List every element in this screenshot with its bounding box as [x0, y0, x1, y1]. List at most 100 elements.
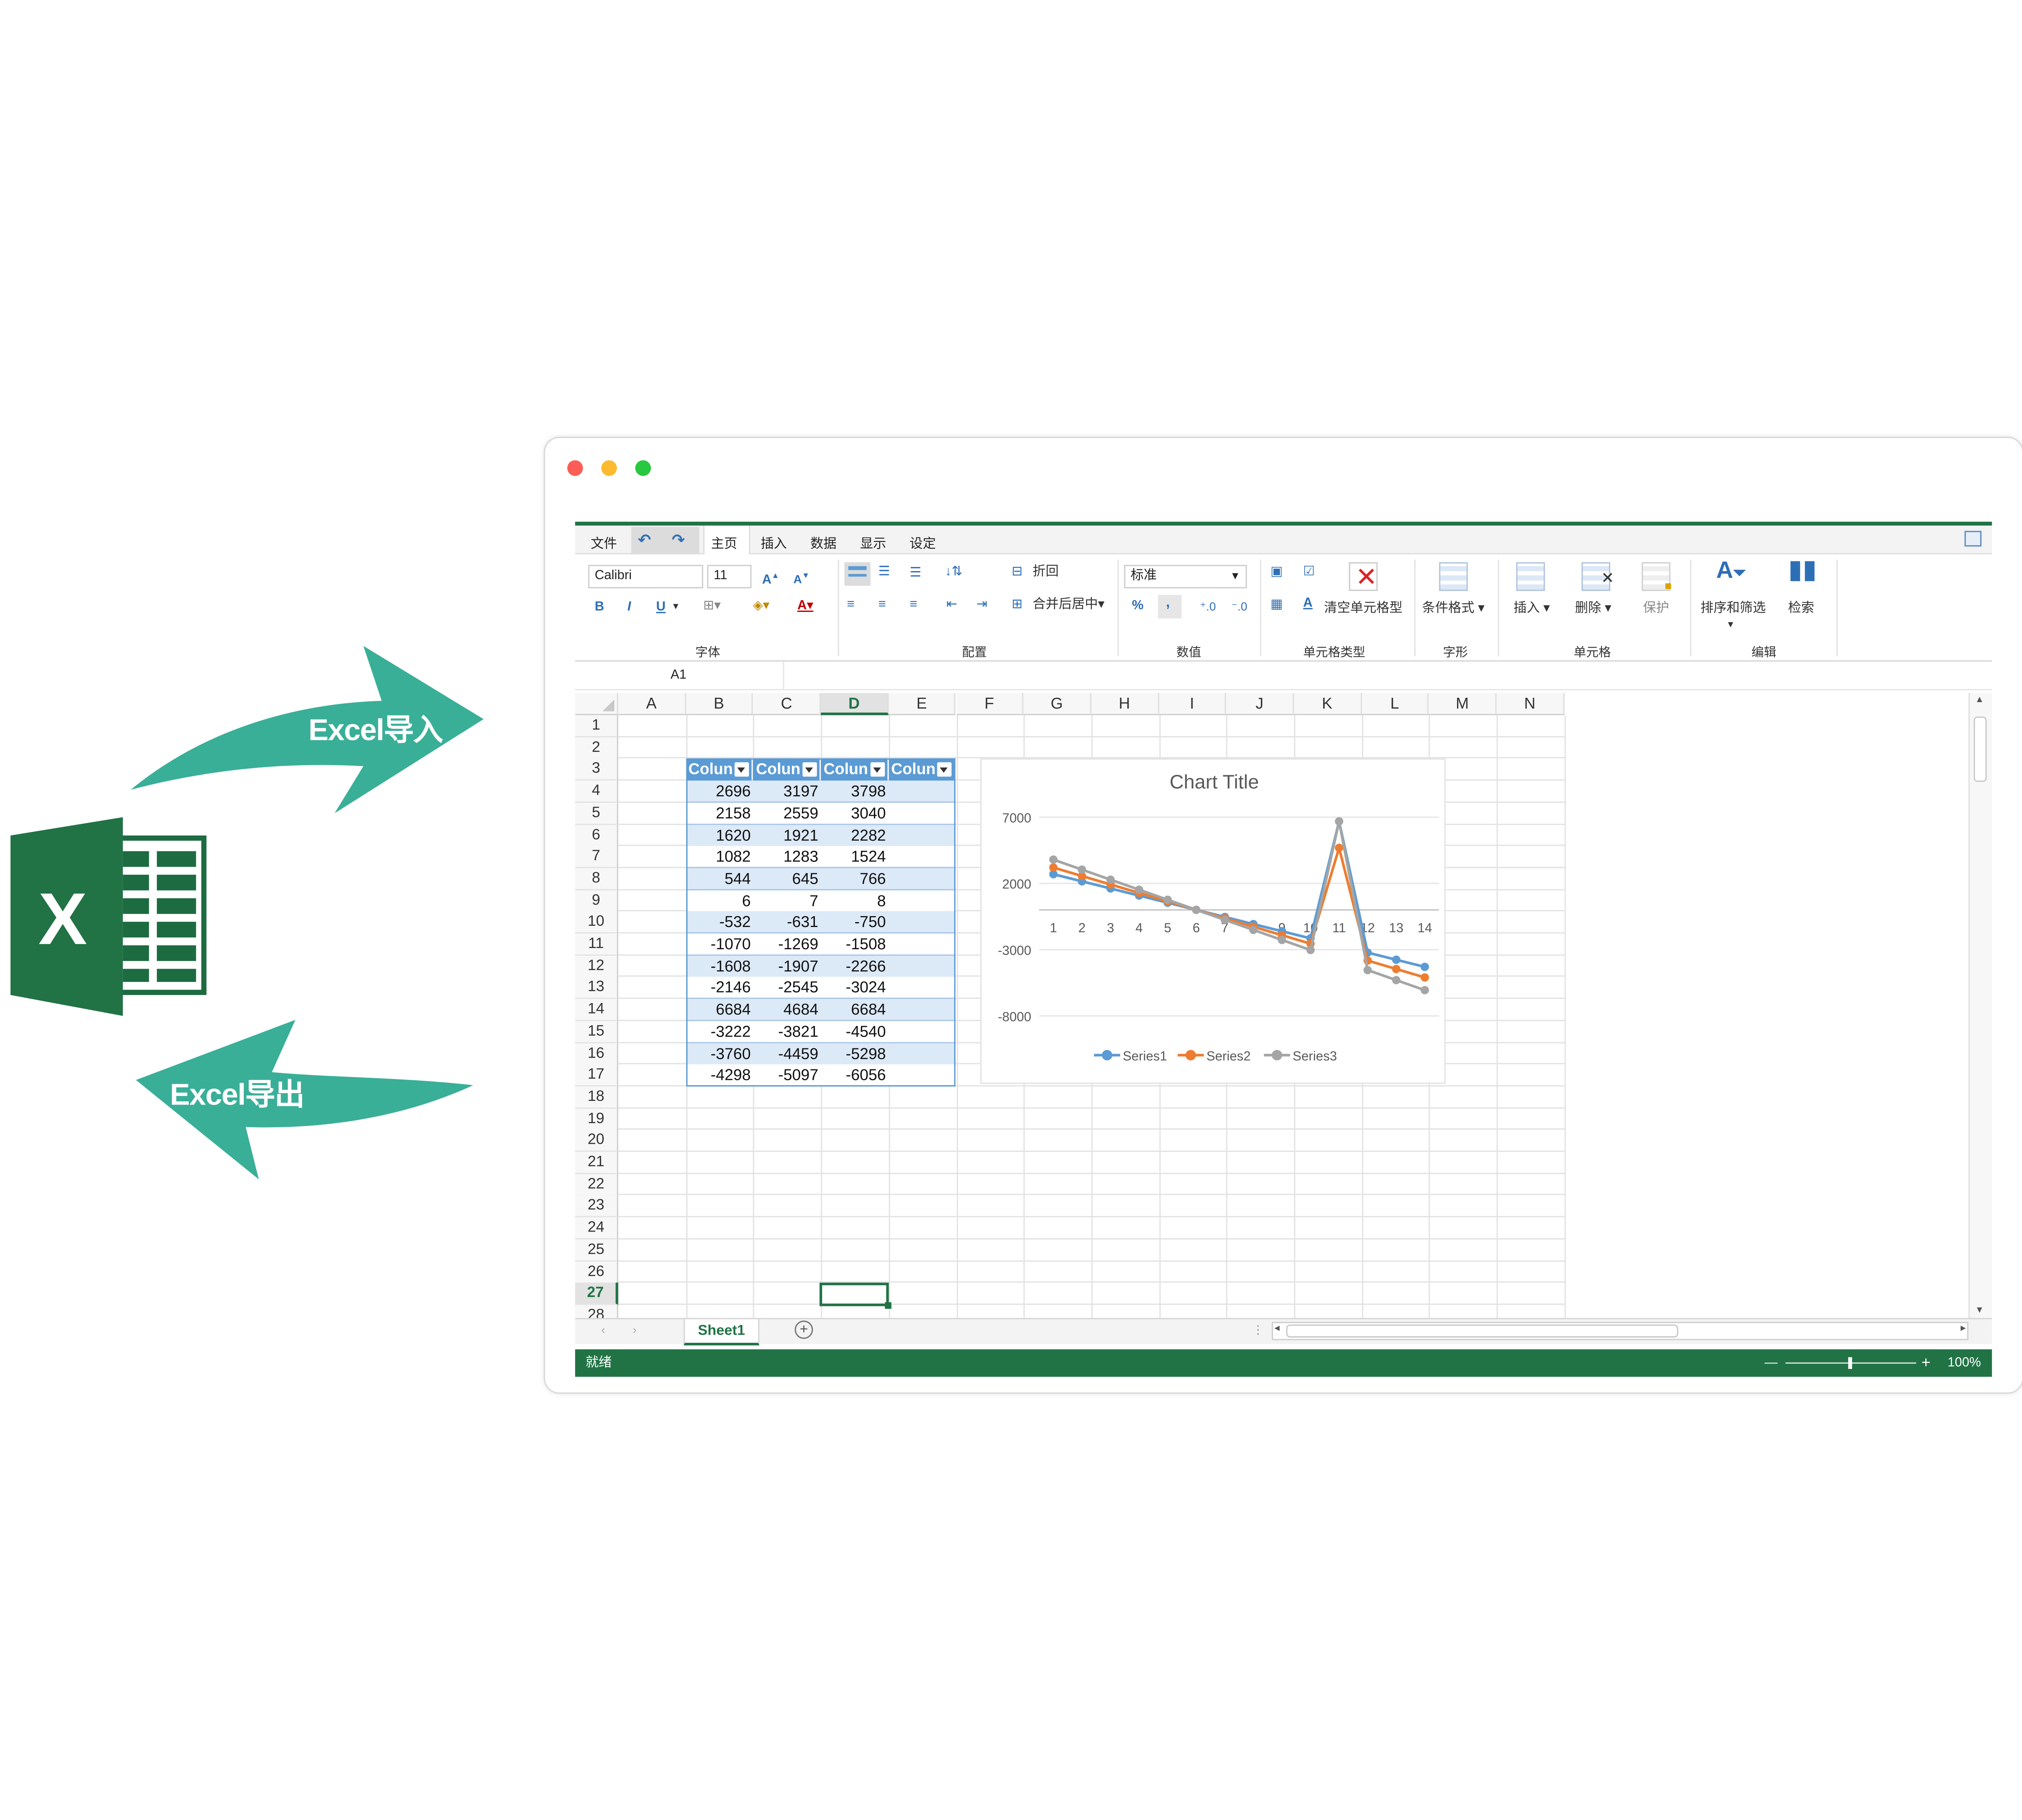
select-all-corner[interactable] [575, 693, 618, 715]
column-header[interactable]: A [618, 693, 686, 715]
row-header[interactable]: 2 [575, 737, 618, 760]
row-header[interactable]: 12 [575, 955, 618, 978]
insert-cells-button[interactable]: 插入 ▾ [1514, 600, 1550, 618]
border-icon[interactable]: ⊞▾ [703, 597, 721, 616]
row-header[interactable]: 21 [575, 1152, 618, 1175]
row-header[interactable]: 6 [575, 824, 618, 847]
row-header[interactable]: 17 [575, 1064, 618, 1087]
align-middle-icon[interactable]: ☰ [878, 563, 890, 582]
row-header[interactable]: 27 [575, 1282, 618, 1305]
align-left-icon[interactable]: ≡ [847, 596, 854, 614]
bold-button[interactable]: B [595, 599, 604, 617]
percent-button[interactable]: % [1132, 597, 1144, 616]
binoculars-icon[interactable]: ▮▮ [1788, 557, 1817, 583]
indent-increase-icon[interactable]: ⇥ [976, 596, 987, 614]
align-center-icon[interactable]: ≡ [878, 596, 886, 614]
column-header[interactable]: D [821, 693, 889, 715]
clear-cell-type-icon[interactable]: ✕ [1349, 562, 1378, 592]
vertical-scrollbar[interactable]: ▲ ▼ [1968, 693, 1992, 1318]
row-header[interactable]: 14 [575, 999, 618, 1022]
tab-home[interactable]: 主页 [711, 532, 737, 552]
scroll-right-icon[interactable]: ▸ [1961, 1322, 1966, 1333]
cell-type-button-icon[interactable]: ▣ [1271, 563, 1283, 582]
window-minimize-button[interactable] [601, 460, 617, 476]
name-box[interactable]: A1 [575, 661, 785, 690]
tab-data[interactable]: 数据 [810, 532, 837, 552]
column-header[interactable]: L [1361, 693, 1429, 715]
redo-icon[interactable]: ↷ [672, 531, 685, 549]
zoom-level[interactable]: 100% [1948, 1349, 1981, 1377]
sort-filter-dropdown-icon[interactable]: ▾ [1728, 616, 1733, 634]
column-header[interactable]: B [685, 693, 753, 715]
align-top-icon[interactable] [844, 562, 871, 586]
row-header[interactable]: 7 [575, 846, 618, 869]
row-header[interactable]: 8 [575, 868, 618, 891]
add-sheet-icon[interactable]: + [795, 1321, 813, 1339]
number-format-select[interactable]: 标准 ▼ [1124, 565, 1247, 588]
horizontal-scrollbar[interactable]: ◂ ▸ [1271, 1322, 1969, 1340]
sort-filter-icon[interactable]: A⏷ [1716, 558, 1746, 582]
vertical-scroll-thumb[interactable] [1973, 716, 1987, 782]
row-header[interactable]: 3 [575, 759, 618, 781]
row-header[interactable]: 20 [575, 1130, 618, 1153]
ribbon-collapse-icon[interactable] [1964, 531, 1982, 547]
zoom-out-icon[interactable]: — [1764, 1349, 1777, 1377]
merge-center-button[interactable]: 合并后居中▾ [1032, 596, 1104, 614]
decrease-font-icon[interactable]: A▼ [793, 567, 810, 588]
column-header[interactable]: G [1024, 693, 1091, 715]
row-header[interactable]: 19 [575, 1108, 618, 1131]
tab-scroll-left-icon[interactable]: ‹ [601, 1323, 605, 1336]
row-header[interactable]: 15 [575, 1021, 618, 1043]
font-color-icon[interactable]: A▾ [797, 597, 814, 616]
delete-cells-button[interactable]: 删除 ▾ [1575, 600, 1612, 618]
row-header[interactable]: 25 [575, 1239, 618, 1261]
zoom-slider-thumb[interactable] [1848, 1357, 1852, 1369]
undo-icon[interactable]: ↶ [638, 531, 651, 549]
row-header[interactable]: 9 [575, 890, 618, 912]
sheet-tab-sheet1[interactable]: Sheet1 [683, 1319, 759, 1346]
active-cell-selection[interactable] [819, 1282, 889, 1306]
decrease-decimal-icon[interactable]: ⁻.0 [1231, 597, 1248, 616]
row-header[interactable]: 1 [575, 715, 618, 738]
tab-view[interactable]: 显示 [860, 532, 886, 552]
wrap-text-icon[interactable]: ⊟ [1012, 563, 1023, 582]
scroll-up-icon[interactable]: ▲ [1975, 696, 1984, 705]
font-name-select[interactable]: Calibri [588, 565, 703, 588]
clear-cell-type-button[interactable]: 清空单元格型 [1324, 600, 1402, 618]
formula-bar[interactable] [784, 662, 1992, 690]
scroll-left-icon[interactable]: ◂ [1274, 1322, 1280, 1333]
scroll-down-icon[interactable]: ▼ [1975, 1306, 1984, 1316]
increase-font-icon[interactable]: A▲ [762, 567, 779, 590]
underline-button[interactable]: U [656, 599, 666, 617]
row-header[interactable]: 18 [575, 1086, 618, 1109]
cell-type-checkbox-icon[interactable]: ☑ [1303, 563, 1315, 582]
insert-cells-icon[interactable] [1516, 562, 1545, 591]
column-header[interactable]: I [1159, 693, 1227, 715]
row-header[interactable]: 13 [575, 977, 618, 1000]
fill-handle[interactable] [885, 1302, 892, 1309]
row-header[interactable]: 24 [575, 1217, 618, 1240]
wrap-text-button[interactable]: 折回 [1032, 563, 1059, 582]
row-header[interactable]: 4 [575, 781, 618, 803]
merge-cells-icon[interactable]: ⊞ [1012, 596, 1023, 614]
conditional-format-button[interactable]: 条件格式 ▾ [1422, 600, 1485, 618]
tab-scroll-right-icon[interactable]: › [632, 1323, 637, 1336]
row-header[interactable]: 5 [575, 802, 618, 825]
comma-style-button[interactable]: , [1158, 595, 1182, 619]
column-header[interactable]: N [1497, 693, 1565, 715]
column-header[interactable]: E [888, 693, 956, 715]
row-header[interactable]: 28 [575, 1304, 618, 1318]
row-header[interactable]: 11 [575, 933, 618, 956]
row-header[interactable]: 23 [575, 1196, 618, 1218]
delete-cells-icon[interactable]: ✕ [1581, 562, 1614, 591]
protect-button[interactable]: 保护 [1643, 600, 1669, 618]
tab-settings[interactable]: 设定 [910, 532, 936, 552]
row-header[interactable]: 22 [575, 1174, 618, 1196]
cell-type-text-icon[interactable]: A [1303, 595, 1312, 613]
column-header[interactable]: H [1091, 693, 1159, 715]
zoom-in-icon[interactable]: + [1921, 1349, 1931, 1377]
text-direction-icon[interactable]: ↓⇅ [945, 563, 962, 582]
window-maximize-button[interactable] [635, 460, 651, 476]
menu-file[interactable]: 文件 [591, 532, 617, 552]
column-header[interactable]: C [753, 693, 821, 715]
